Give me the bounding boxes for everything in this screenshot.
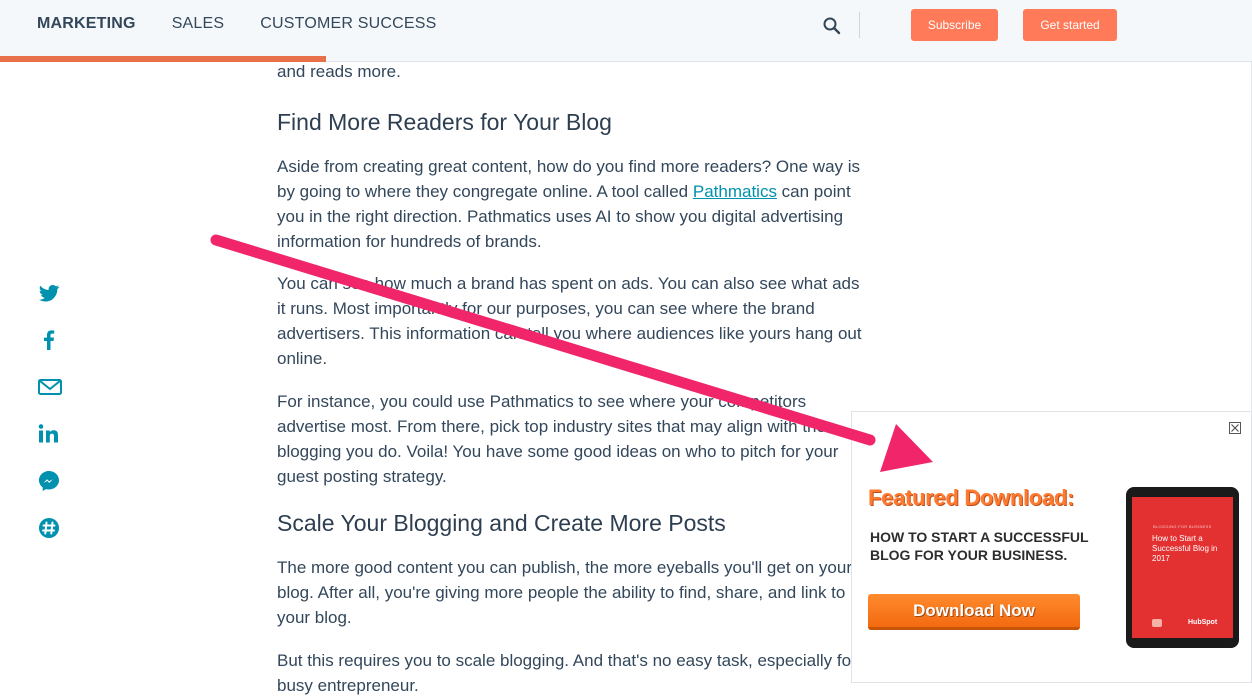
email-icon[interactable] — [37, 375, 63, 401]
ebook-cover: BLOGGING FOR BUSINESS How to Start a Suc… — [1132, 497, 1233, 638]
article-body: and reads more. Find More Readers for Yo… — [277, 62, 872, 698]
article-paragraph: The more good content you can publish, t… — [277, 558, 852, 627]
download-now-button[interactable]: Download Now — [868, 594, 1080, 630]
facebook-icon[interactable] — [37, 328, 63, 354]
article-paragraph: and reads more. — [277, 62, 401, 81]
nav-marketing[interactable]: MARKETING — [37, 15, 136, 33]
header-divider — [859, 12, 860, 38]
hubspot-logo: HubSpot — [1188, 619, 1218, 626]
get-started-button[interactable]: Get started — [1023, 9, 1117, 41]
nav-sales[interactable]: SALES — [172, 15, 225, 33]
messenger-icon[interactable] — [37, 469, 63, 495]
twitter-icon[interactable] — [37, 281, 63, 307]
popup-title: Featured Download: — [868, 485, 1075, 510]
article-paragraph: But this requires you to scale blogging.… — [277, 651, 871, 695]
article-paragraph: For instance, you could use Pathmatics t… — [277, 392, 839, 486]
slack-icon[interactable] — [37, 516, 63, 542]
top-navigation-bar: MARKETING SALES CUSTOMER SUCCESS Subscri… — [0, 0, 1252, 62]
ebook-title: How to Start a Successful Blog in 2017 — [1152, 534, 1218, 563]
nav-customer-success[interactable]: CUSTOMER SUCCESS — [260, 15, 436, 33]
ebook-seal-icon — [1152, 619, 1162, 627]
ebook-tablet-image: BLOGGING FOR BUSINESS How to Start a Suc… — [1126, 487, 1239, 648]
popup-subtitle: HOW TO START A SUCCESSFUL BLOG FOR YOUR … — [870, 529, 1089, 563]
article-paragraph-pathmatics: Aside from creating great content, how d… — [277, 154, 872, 254]
close-icon[interactable] — [1229, 422, 1241, 434]
pathmatics-link[interactable]: Pathmatics — [693, 182, 777, 201]
article-paragraph: You can see how much a brand has spent o… — [277, 274, 862, 368]
ebook-kicker: BLOGGING FOR BUSINESS — [1153, 524, 1212, 529]
primary-nav: MARKETING SALES CUSTOMER SUCCESS — [37, 15, 473, 33]
featured-download-popup: Featured Download: HOW TO START A SUCCES… — [851, 411, 1252, 683]
linkedin-icon[interactable] — [37, 422, 63, 448]
search-icon[interactable] — [822, 16, 842, 36]
subscribe-button[interactable]: Subscribe — [911, 9, 998, 41]
section-heading-find-readers: Find More Readers for Your Blog — [277, 109, 612, 135]
section-heading-scale-blogging: Scale Your Blogging and Create More Post… — [277, 510, 726, 536]
